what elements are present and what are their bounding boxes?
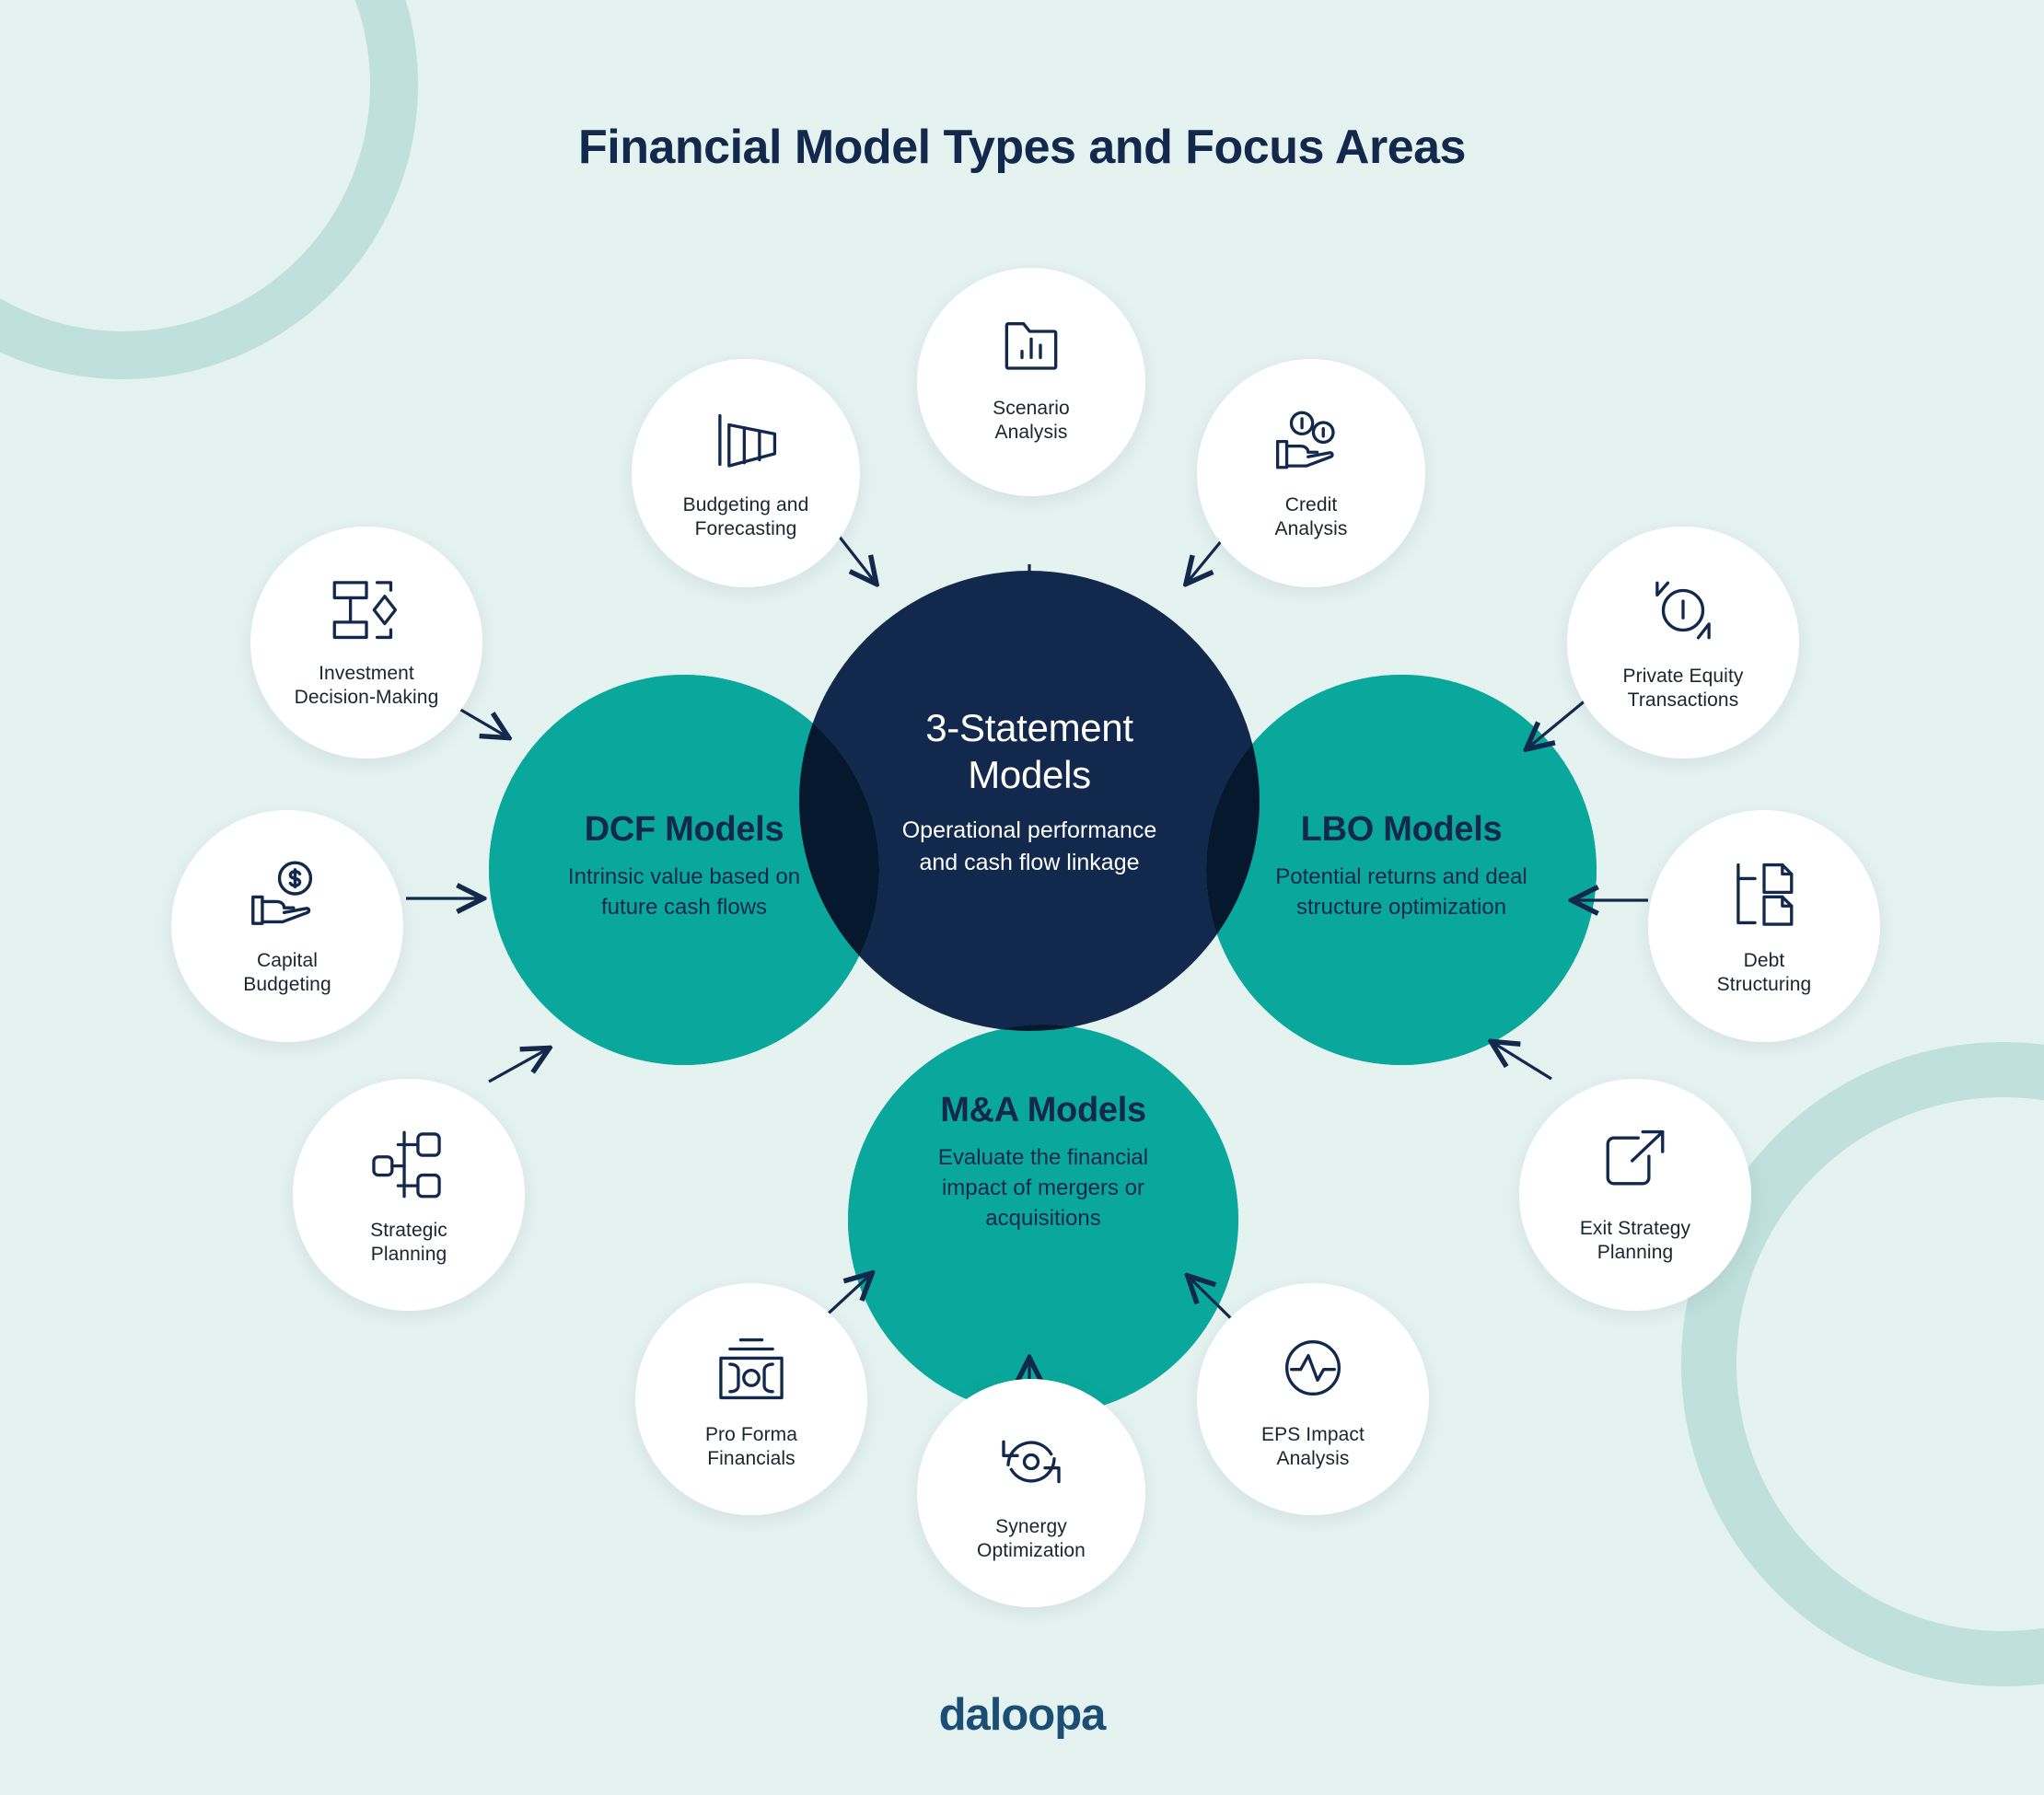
decorative-ring-top-left <box>0 0 418 379</box>
focus-label-line2: Transactions <box>1627 689 1739 712</box>
focus-label-line1: Private Equity <box>1622 666 1744 687</box>
focus-node-budgeting-forecasting[interactable]: Budgeting and Forecasting <box>632 359 860 587</box>
focus-label-line2: Budgeting <box>243 974 331 996</box>
model-subtitle-lbo: Potential returns and deal structure opt… <box>1206 862 1597 922</box>
focus-node-strategic-planning[interactable]: Strategic Planning <box>293 1079 525 1311</box>
focus-label-line1: Exit Strategy <box>1579 1218 1691 1239</box>
focus-label-line2: Planning <box>370 1244 447 1266</box>
org-chart-icon <box>369 1127 448 1202</box>
model-label-core: 3-Statement Models Operational performan… <box>799 704 1260 878</box>
focus-label-line1: Credit <box>1284 494 1338 515</box>
core-subtitle: Operational performance and cash flow li… <box>799 815 1260 878</box>
forecast-funnel-icon <box>706 403 785 477</box>
model-subtitle-ma-line2: impact of mergers or <box>941 1175 1145 1201</box>
focus-node-private-equity-transactions[interactable]: Private Equity Transactions <box>1567 527 1799 759</box>
model-subtitle-lbo-line1: Potential returns and deal <box>1275 864 1527 889</box>
focus-label-line1: Synergy <box>995 1516 1067 1537</box>
focus-node-exit-strategy-planning[interactable]: Exit Strategy Planning <box>1519 1079 1751 1311</box>
banknote-icon <box>712 1331 791 1407</box>
focus-node-capital-budgeting[interactable]: Capital Budgeting <box>171 810 403 1042</box>
brand-logo-daloopa: daloopa <box>938 1690 1107 1740</box>
hand-coins-icon <box>1272 403 1351 477</box>
focus-label-line2: Financials <box>707 1448 796 1470</box>
pulse-circle-icon <box>1274 1331 1352 1405</box>
page-title: Financial Model Types and Focus Areas <box>578 121 1466 174</box>
focus-label-investment-decision-making: Investment Decision-Making <box>287 662 447 711</box>
focus-label-line2: Forecasting <box>694 518 797 540</box>
infographic-canvas: Financial Model Types and Focus Areas DC… <box>0 0 2044 1795</box>
focus-label-pro-forma-financials: Pro Forma Financials <box>698 1423 805 1472</box>
focus-node-pro-forma-financials[interactable]: Pro Forma Financials <box>635 1283 867 1515</box>
model-label-lbo: LBO Models Potential returns and deal st… <box>1206 810 1597 922</box>
focus-label-debt-structuring: Debt Structuring <box>1710 949 1819 998</box>
exchange-circle-icon <box>1643 573 1723 648</box>
model-subtitle-ma-line1: Evaluate the financial <box>937 1145 1149 1170</box>
document-tree-icon <box>1725 856 1804 932</box>
focus-label-line2: Structuring <box>1716 974 1812 996</box>
core-subtitle-line1: Operational performance <box>901 817 1157 844</box>
focus-label-capital-budgeting: Capital Budgeting <box>236 949 338 998</box>
focus-label-line2: Planning <box>1597 1242 1674 1264</box>
model-subtitle-dcf-line2: future cash flows <box>600 895 768 921</box>
model-subtitle-ma: Evaluate the financial impact of mergers… <box>848 1142 1238 1233</box>
focus-label-line2: Optimization <box>977 1540 1086 1562</box>
focus-label-line1: Strategic <box>370 1220 447 1241</box>
focus-label-line1: Debt <box>1743 950 1785 971</box>
focus-label-exit-strategy-planning: Exit Strategy Planning <box>1573 1217 1698 1266</box>
model-subtitle-lbo-line2: structure optimization <box>1295 895 1507 921</box>
model-subtitle-ma-line3: acquisitions <box>985 1206 1101 1232</box>
model-title-ma: M&A Models <box>940 1091 1146 1129</box>
hand-dollar-coin-icon <box>247 856 328 932</box>
focus-label-budgeting-forecasting: Budgeting and Forecasting <box>676 493 817 542</box>
focus-label-line1: Capital <box>256 950 319 971</box>
model-title-lbo: LBO Models <box>1300 810 1503 849</box>
arrow-exit-to-lbo <box>1493 1043 1552 1081</box>
focus-label-line1: Budgeting and <box>682 494 809 515</box>
focus-node-investment-decision-making[interactable]: Investment Decision-Making <box>250 527 482 759</box>
focus-label-private-equity-transactions: Private Equity Transactions <box>1616 665 1751 713</box>
refresh-cycle-icon <box>993 1425 1070 1499</box>
focus-node-scenario-analysis[interactable]: Scenario Analysis <box>917 268 1145 496</box>
focus-label-eps-impact-analysis: EPS Impact Analysis <box>1254 1423 1372 1472</box>
focus-label-line1: EPS Impact <box>1261 1424 1365 1445</box>
focus-label-credit-analysis: Credit Analysis <box>1268 493 1355 542</box>
flowchart-decision-icon <box>327 571 406 646</box>
focus-label-line1: Investment <box>319 663 414 684</box>
focus-label-line2: Analysis <box>994 422 1068 444</box>
folder-bar-chart-icon <box>994 308 1068 382</box>
focus-label-line2: Decision-Making <box>294 687 439 709</box>
arrow-strategic-to-dcf <box>488 1049 547 1083</box>
focus-label-line1: Pro Forma <box>704 1424 798 1445</box>
core-title: 3-Statement Models <box>799 704 1260 798</box>
focus-label-line1: Scenario <box>993 398 1070 419</box>
focus-node-credit-analysis[interactable]: Credit Analysis <box>1197 359 1425 587</box>
focus-node-eps-impact-analysis[interactable]: EPS Impact Analysis <box>1197 1283 1429 1515</box>
core-subtitle-line2: and cash flow linkage <box>919 849 1140 875</box>
focus-label-synergy-optimization: Synergy Optimization <box>970 1515 1093 1564</box>
focus-node-debt-structuring[interactable]: Debt Structuring <box>1648 810 1880 1042</box>
model-label-ma: M&A Models Evaluate the financial impact… <box>848 1091 1238 1233</box>
focus-node-synergy-optimization[interactable]: Synergy Optimization <box>917 1379 1145 1607</box>
core-title-line1: 3-Statement <box>925 706 1133 749</box>
focus-label-strategic-planning: Strategic Planning <box>363 1219 455 1268</box>
external-link-icon <box>1596 1123 1675 1199</box>
focus-label-line2: Analysis <box>1274 518 1348 540</box>
core-title-line2: Models <box>968 753 1091 797</box>
focus-label-scenario-analysis: Scenario Analysis <box>985 397 1077 446</box>
focus-label-line2: Analysis <box>1276 1448 1350 1470</box>
